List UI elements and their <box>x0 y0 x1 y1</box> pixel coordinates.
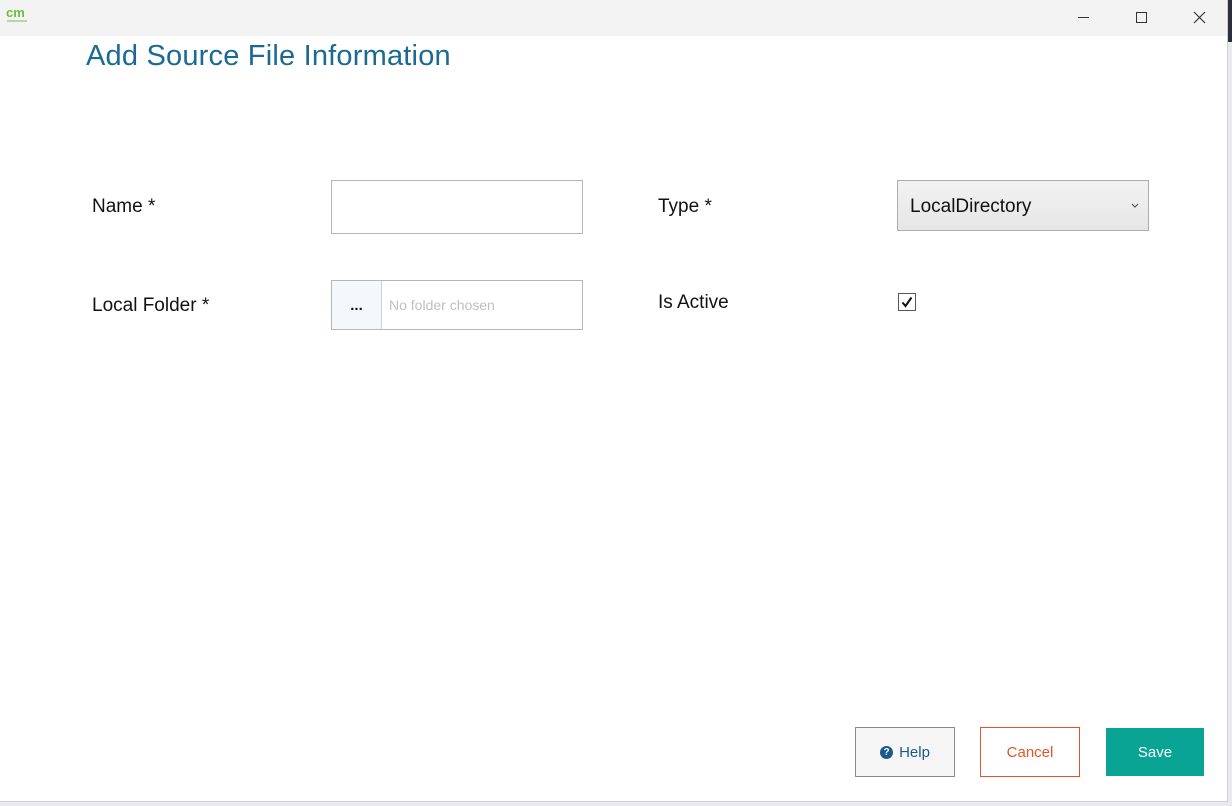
app-logo: cm <box>6 6 30 24</box>
save-button-label: Save <box>1137 743 1173 761</box>
page-title: Add Source File Information <box>86 40 451 72</box>
maximize-icon <box>1135 11 1147 23</box>
help-icon: ? <box>880 745 894 759</box>
maximize-button[interactable] <box>1112 0 1170 34</box>
cancel-button-label: Cancel <box>1006 743 1054 761</box>
folder-placeholder-text: No folder chosen <box>389 297 495 313</box>
save-button[interactable]: Save <box>1106 728 1204 776</box>
is-active-label: Is Active <box>658 292 729 313</box>
help-button-label: Help <box>899 743 930 761</box>
type-selected-value: LocalDirectory <box>910 196 1032 217</box>
app-logo-text: cm <box>6 5 25 20</box>
chevron-down-icon <box>1131 203 1139 208</box>
title-bar: cm <box>0 0 1227 36</box>
close-icon <box>1193 11 1205 23</box>
window-edge <box>1228 0 1232 42</box>
help-button[interactable]: ? Help <box>855 727 955 777</box>
local-folder-picker: ... No folder chosen <box>331 280 583 330</box>
minimize-button[interactable] <box>1054 0 1112 34</box>
local-folder-label: Local Folder * <box>92 295 210 316</box>
dialog-window: cm Add Source File Information Name * Lo… <box>0 0 1228 802</box>
type-label: Type * <box>658 196 712 217</box>
app-logo-underline <box>7 20 27 22</box>
checkmark-icon <box>901 296 913 308</box>
is-active-checkbox[interactable] <box>898 293 916 311</box>
minimize-icon <box>1077 16 1089 18</box>
name-label: Name * <box>92 196 156 217</box>
type-select[interactable]: LocalDirectory <box>897 180 1149 231</box>
browse-folder-button[interactable]: ... <box>332 281 382 329</box>
cancel-button[interactable]: Cancel <box>980 727 1080 777</box>
name-input[interactable] <box>331 180 583 234</box>
close-button[interactable] <box>1170 0 1228 34</box>
